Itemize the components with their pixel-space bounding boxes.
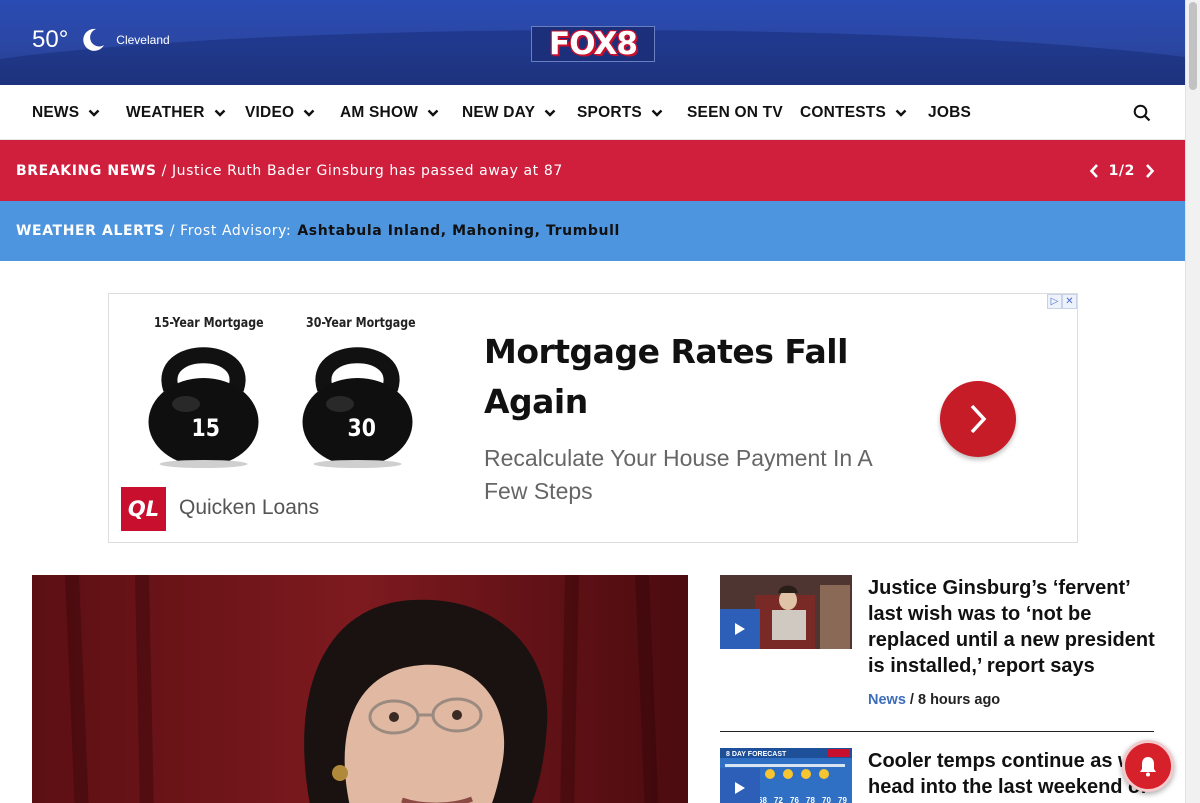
weather-widget[interactable]: 50° Cleveland: [32, 26, 170, 54]
nav-item-jobs[interactable]: JOBS: [928, 85, 971, 140]
chevron-right-icon: [970, 404, 987, 434]
chevron-down-icon: [651, 109, 663, 117]
kettlebell-image-right: [302, 347, 413, 468]
breaking-news-pager: 1/2: [1089, 140, 1155, 201]
weather-alert-areas[interactable]: Ashtabula Inland, Mahoning, Trumbull: [297, 223, 620, 239]
nav-item-label: SEEN ON TV: [687, 103, 783, 121]
hero-image[interactable]: [32, 575, 688, 803]
ad-choices[interactable]: ▷ ✕: [1047, 294, 1077, 309]
forecast-temp: 76: [790, 796, 799, 803]
nav-item-sports[interactable]: SPORTS: [577, 85, 663, 140]
nav-item-am-show[interactable]: AM SHOW: [340, 85, 439, 140]
kettlebell-number-left: 15: [191, 414, 220, 442]
chevron-down-icon: [427, 109, 439, 117]
play-button[interactable]: [720, 609, 760, 649]
nav-item-label: SPORTS: [577, 103, 642, 121]
nav-item-label: WEATHER: [126, 103, 205, 121]
story-category[interactable]: News: [868, 692, 906, 708]
forecast-temp: 78: [806, 796, 815, 803]
weather-alert-type: Frost Advisory:: [180, 223, 292, 239]
story-item[interactable]: 8 DAY FORECAST 68 72 76 78 70 79 Cooler …: [720, 748, 1154, 803]
adchoices-icon[interactable]: ▷: [1047, 294, 1062, 309]
ad-kettlebell-label-right: 30-Year Mortgage: [306, 316, 416, 331]
forecast-thumb-heading: 8 DAY FORECAST: [726, 751, 787, 758]
breaking-news-bar[interactable]: BREAKING NEWS / Justice Ruth Bader Ginsb…: [0, 140, 1185, 201]
fox8-logo[interactable]: FOX8: [531, 26, 655, 62]
main-nav: NEWS WEATHER VIDEO AM SHOW NEW DAY SPORT…: [0, 85, 1185, 140]
story-thumbnail[interactable]: [720, 575, 852, 649]
nav-item-label: JOBS: [928, 103, 972, 121]
story-title[interactable]: Justice Ginsburg’s ‘fervent’ last wish w…: [868, 575, 1160, 679]
nav-item-label: VIDEO: [245, 103, 295, 121]
ad-kettlebell-label-left: 15-Year Mortgage: [154, 316, 264, 331]
logo-text: FOX8: [549, 26, 638, 62]
chevron-down-icon: [214, 109, 225, 117]
nav-item-label: CONTESTS: [800, 103, 886, 121]
scrollbar-thumb[interactable]: [1189, 2, 1197, 90]
quicken-loans-logo[interactable]: QL: [121, 487, 166, 531]
moon-icon: [83, 28, 105, 51]
weather-alerts-bar[interactable]: WEATHER ALERTS / Frost Advisory: Ashtabu…: [0, 201, 1185, 261]
close-icon[interactable]: ✕: [1062, 294, 1077, 309]
chevron-down-icon: [544, 109, 556, 117]
play-icon: [735, 782, 745, 794]
forecast-temp: 72: [774, 796, 783, 803]
nav-item-label: NEW DAY: [462, 103, 536, 121]
nav-item-video[interactable]: VIDEO: [245, 85, 315, 140]
nav-item-weather[interactable]: WEATHER: [126, 85, 226, 140]
nav-item-label: NEWS: [32, 103, 80, 121]
current-temperature[interactable]: 50°: [32, 26, 68, 54]
chevron-down-icon: [88, 109, 100, 117]
hero-photo: [32, 575, 688, 803]
play-button[interactable]: [720, 768, 760, 803]
advertisement[interactable]: ▷ ✕ 15-Year Mortgage 30-Year Mortgage 15…: [108, 293, 1078, 543]
nav-item-contests[interactable]: CONTESTS: [800, 85, 907, 140]
play-icon: [735, 623, 745, 635]
nav-item-news[interactable]: NEWS: [32, 85, 100, 140]
kettlebell-image-left: [148, 347, 259, 468]
kettlebell-number-right: 30: [347, 414, 376, 442]
breaking-news-headline[interactable]: Justice Ruth Bader Ginsburg has passed a…: [172, 163, 563, 179]
chevron-down-icon: [895, 109, 907, 117]
weather-alerts-separator: /: [169, 223, 176, 239]
search-icon[interactable]: [1133, 104, 1151, 122]
story-meta-separator: /: [909, 692, 914, 708]
ad-headline[interactable]: Mortgage Rates Fall Again: [484, 327, 864, 427]
scrollbar[interactable]: [1185, 0, 1200, 803]
brand-mark: QL: [127, 497, 160, 521]
ad-brand-name[interactable]: Quicken Loans: [179, 496, 319, 520]
story-thumbnail[interactable]: 8 DAY FORECAST 68 72 76 78 70 79: [720, 748, 852, 803]
site-header: 50° Cleveland FOX8: [0, 0, 1185, 85]
weather-city[interactable]: Cleveland: [116, 33, 169, 47]
bell-icon: [1140, 757, 1156, 777]
nav-item-label: AM SHOW: [340, 103, 419, 121]
forecast-temp: 70: [822, 796, 831, 803]
pager-count: 1/2: [1108, 162, 1135, 179]
ad-subtitle[interactable]: Recalculate Your House Payment In A Few …: [484, 442, 884, 508]
story-divider: [720, 731, 1154, 732]
breaking-news-separator: /: [161, 162, 167, 179]
chevron-down-icon: [303, 109, 315, 117]
nav-item-new-day[interactable]: NEW DAY: [462, 85, 556, 140]
ad-cta-button[interactable]: [940, 381, 1016, 457]
chevron-right-icon[interactable]: [1145, 163, 1155, 179]
story-title[interactable]: Cooler temps continue as we head into th…: [868, 748, 1160, 803]
page: 50° Cleveland FOX8 NEWS WEATHER VIDEO AM…: [0, 0, 1185, 803]
notification-bell-button[interactable]: [1122, 740, 1174, 792]
chevron-left-icon[interactable]: [1089, 163, 1099, 179]
breaking-news-label: BREAKING NEWS: [16, 162, 157, 179]
story-meta: News / 8 hours ago: [868, 692, 1000, 708]
weather-alerts-label: WEATHER ALERTS: [16, 223, 165, 239]
story-item[interactable]: Justice Ginsburg’s ‘fervent’ last wish w…: [720, 575, 1155, 725]
nav-item-seen-on-tv[interactable]: SEEN ON TV: [687, 85, 783, 140]
forecast-temp: 79: [838, 796, 847, 803]
story-time: 8 hours ago: [917, 692, 1001, 708]
